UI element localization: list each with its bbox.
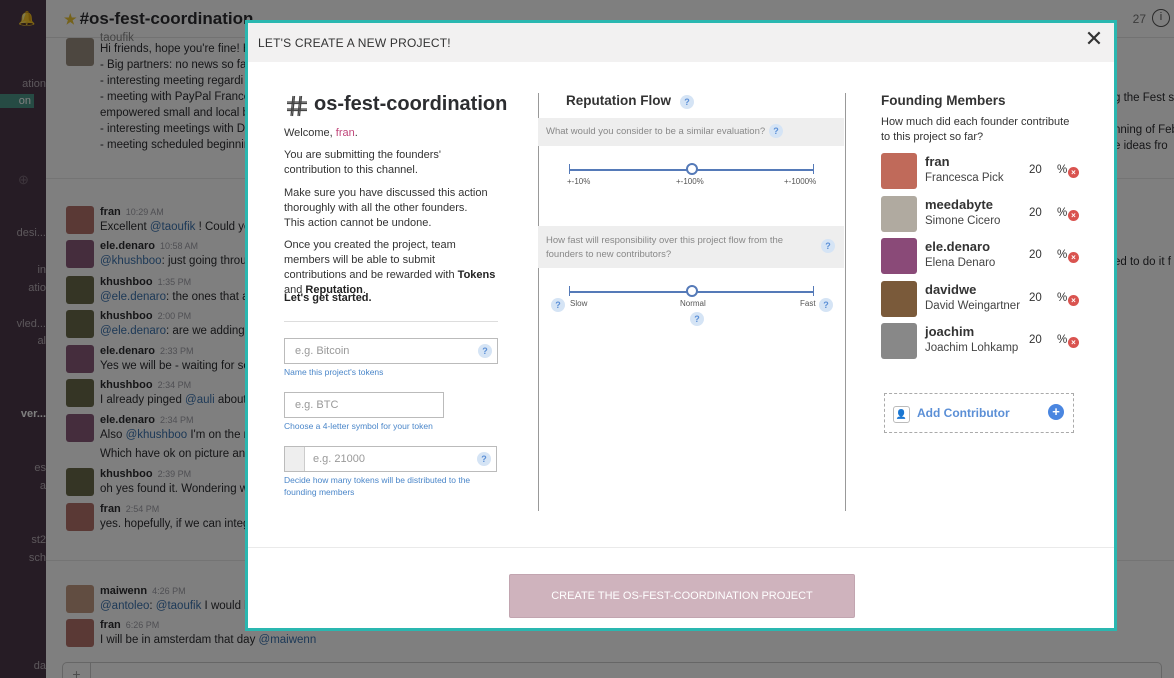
add-contributor-button[interactable]: 👤 Add Contributor + xyxy=(884,393,1074,433)
help-icon[interactable]: ? xyxy=(769,124,783,138)
token-amount-input[interactable]: e.g. 21000 ? xyxy=(284,446,497,472)
flow-speed-question-text: How fast will responsibility over this p… xyxy=(546,235,784,260)
token-symbol-placeholder: e.g. BTC xyxy=(295,399,339,411)
percent-sign: % xyxy=(1057,249,1068,261)
flow-speed-slider[interactable]: Slow Normal Fast xyxy=(569,283,816,313)
column-divider xyxy=(845,93,846,511)
founder-name: Joachim Lohkamp xyxy=(925,342,1019,354)
founder-name: Francesca Pick xyxy=(925,172,1004,184)
contribution-input[interactable]: 20 xyxy=(1029,164,1042,176)
create-project-button[interactable]: CREATE THE OS-FEST-COORDINATION PROJECT xyxy=(509,574,855,618)
founder-nick: ele.denaro xyxy=(925,239,991,254)
evaluation-slider[interactable]: +-10% +-100% +-1000% xyxy=(567,161,817,191)
evaluation-question: What would you consider to be a similar … xyxy=(538,118,844,146)
founder-name: Simone Cicero xyxy=(925,215,1001,227)
help-icon[interactable]: ? xyxy=(819,298,833,312)
project-title: os-fest-coordination xyxy=(314,93,508,115)
welcome-user: fran xyxy=(335,127,355,139)
slider-label: +-1000% xyxy=(784,177,817,186)
remove-icon[interactable]: × xyxy=(1068,167,1079,178)
token-name-input[interactable]: e.g. Bitcoin ? xyxy=(284,338,498,364)
get-started-text: Let's get started. xyxy=(284,292,372,304)
user-icon: 👤 xyxy=(893,406,910,423)
slider-tick xyxy=(813,164,814,174)
contribution-input[interactable]: 20 xyxy=(1029,292,1042,304)
founder-row: meedabyte Simone Cicero 20 % × xyxy=(881,196,1091,234)
close-icon[interactable]: ✕ xyxy=(1084,28,1104,50)
founder-nick: joachim xyxy=(925,324,975,339)
warning-text: Make sure you have discussed this action… xyxy=(284,187,488,229)
slider-knob[interactable] xyxy=(685,285,698,297)
column-divider xyxy=(538,93,539,511)
slider-label: +-100% xyxy=(676,177,704,186)
avatar xyxy=(881,153,917,189)
help-icon[interactable]: ? xyxy=(478,344,492,358)
founders-title: Founding Members xyxy=(881,93,1006,108)
create-project-modal: LET'S CREATE A NEW PROJECT! ✕ os-fest-co… xyxy=(245,20,1117,631)
add-contributor-label: Add Contributor xyxy=(917,406,1010,420)
help-icon[interactable]: ? xyxy=(551,298,565,312)
founders-question: How much did each founder contribute to … xyxy=(881,116,1070,143)
evaluation-question-text: What would you consider to be a similar … xyxy=(546,126,766,137)
hashtag-icon xyxy=(287,95,307,117)
section-divider xyxy=(284,321,498,322)
help-icon[interactable]: ? xyxy=(690,312,704,326)
slider-label: Fast xyxy=(800,299,816,308)
help-icon[interactable]: ? xyxy=(477,452,491,466)
avatar xyxy=(881,323,917,359)
founder-name: David Weingartner xyxy=(925,300,1021,312)
slider-label: +-10% xyxy=(567,177,591,186)
token-symbol-input[interactable]: e.g. BTC xyxy=(284,392,444,418)
token-symbol-addon xyxy=(285,447,305,471)
contribution-input[interactable]: 20 xyxy=(1029,334,1042,346)
help-icon[interactable]: ? xyxy=(821,239,835,253)
founder-row: fran Francesca Pick 20 % × xyxy=(881,153,1091,191)
founder-nick: meedabyte xyxy=(925,197,993,212)
slider-label: Slow xyxy=(570,299,588,308)
modal-title: LET'S CREATE A NEW PROJECT! xyxy=(258,36,451,50)
modal-header: LET'S CREATE A NEW PROJECT! ✕ xyxy=(248,23,1114,62)
contribution-input[interactable]: 20 xyxy=(1029,207,1042,219)
avatar xyxy=(881,196,917,232)
footer-divider xyxy=(248,547,1114,548)
remove-icon[interactable]: × xyxy=(1068,210,1079,221)
remove-icon[interactable]: × xyxy=(1068,295,1079,306)
percent-sign: % xyxy=(1057,164,1068,176)
token-amount-placeholder: e.g. 21000 xyxy=(313,453,365,465)
percent-sign: % xyxy=(1057,334,1068,346)
token-symbol-hint: Choose a 4-letter symbol for your token xyxy=(284,421,433,431)
founder-nick: fran xyxy=(925,154,950,169)
avatar xyxy=(881,238,917,274)
reputation-title: Reputation Flow xyxy=(566,93,671,108)
intro-text: You are submitting the founders' contrib… xyxy=(284,149,442,176)
rewards-text: Once you created the project, team membe… xyxy=(284,239,496,296)
token-name-hint: Name this project's tokens xyxy=(284,367,384,377)
percent-sign: % xyxy=(1057,292,1068,304)
avatar xyxy=(881,281,917,317)
contribution-input[interactable]: 20 xyxy=(1029,249,1042,261)
flow-speed-question: How fast will responsibility over this p… xyxy=(538,226,844,268)
token-amount-hint: Decide how many tokens will be distribut… xyxy=(284,475,471,497)
founder-name: Elena Denaro xyxy=(925,257,996,269)
remove-icon[interactable]: × xyxy=(1068,252,1079,263)
founder-nick: davidwe xyxy=(925,282,977,297)
slider-label: Normal xyxy=(680,299,706,308)
help-icon[interactable]: ? xyxy=(680,95,694,109)
founder-row: ele.denaro Elena Denaro 20 % × xyxy=(881,238,1091,276)
slider-tick xyxy=(813,286,814,296)
slider-knob[interactable] xyxy=(685,163,698,175)
remove-icon[interactable]: × xyxy=(1068,337,1079,348)
welcome-text: Welcome, fran. xyxy=(284,127,358,139)
slider-tick xyxy=(569,286,570,296)
plus-circle-icon[interactable]: + xyxy=(1048,404,1064,420)
slider-tick xyxy=(569,164,570,174)
token-name-placeholder: e.g. Bitcoin xyxy=(295,345,350,357)
founder-row: joachim Joachim Lohkamp 20 % × xyxy=(881,323,1091,361)
percent-sign: % xyxy=(1057,207,1068,219)
founder-row: davidwe David Weingartner 20 % × xyxy=(881,281,1091,319)
